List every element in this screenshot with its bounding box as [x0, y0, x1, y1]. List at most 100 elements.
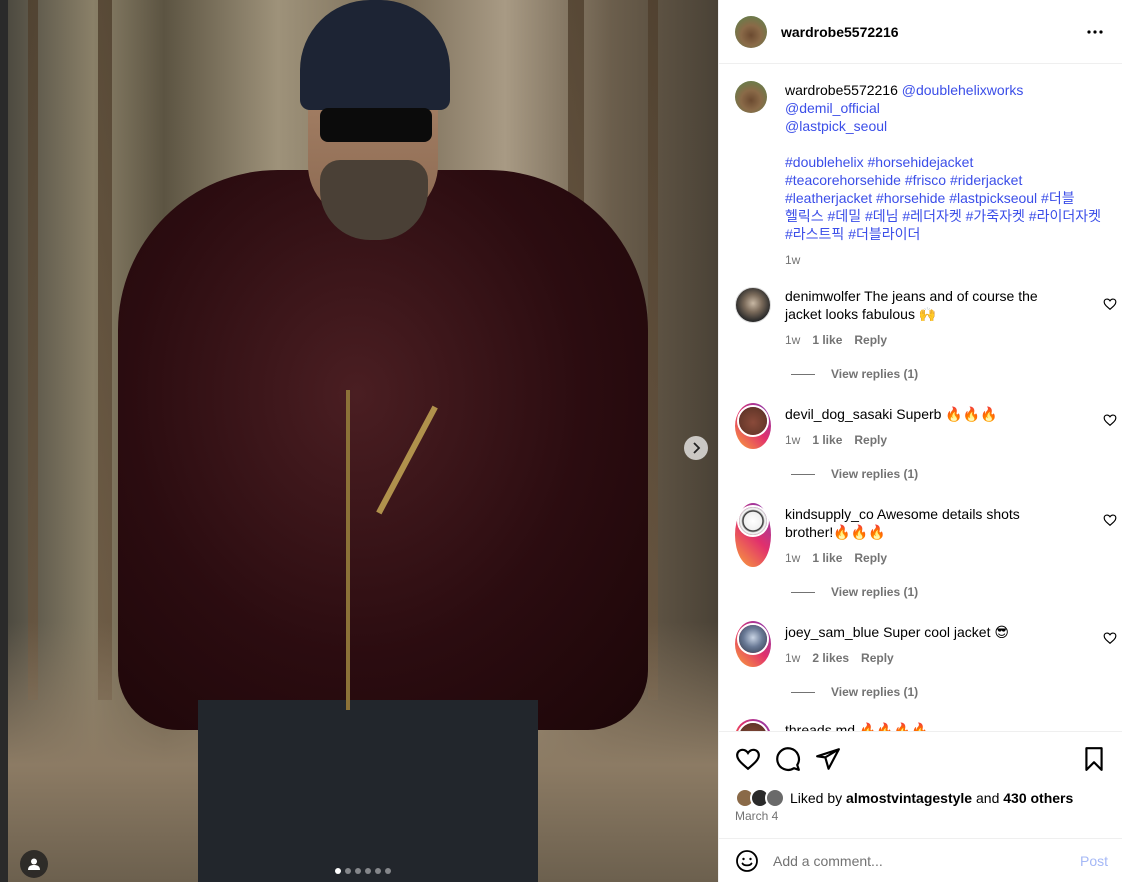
liked-by-prefix: Liked by [790, 790, 843, 806]
heart-icon[interactable] [1103, 297, 1117, 311]
post-modal: wardrobe5572216 wardrobe5572216 @doubleh… [0, 0, 1122, 882]
commenter-username[interactable]: devil_dog_sasaki [785, 406, 892, 422]
bookmark-icon[interactable] [1081, 746, 1107, 772]
caption-author-avatar[interactable] [735, 81, 767, 113]
comment-body: kindsupply_co Awesome details shots brot… [785, 503, 1075, 567]
comments-scroll-area[interactable]: wardrobe5572216 @doublehelixworks @demil… [719, 65, 1122, 731]
carousel-dot [335, 868, 341, 874]
commenter-username[interactable]: denimwolfer [785, 288, 860, 304]
comment-item: denimwolfer The jeans and of course the … [735, 287, 1117, 349]
comment-like-count[interactable]: 1 like [812, 549, 842, 567]
carousel-dot [355, 868, 361, 874]
commenter-username[interactable]: kindsupply_co [785, 506, 874, 522]
heart-icon[interactable] [735, 746, 761, 772]
author-username[interactable]: wardrobe5572216 [781, 24, 899, 40]
commenter-avatar[interactable] [735, 287, 771, 323]
liker-avatar [765, 788, 785, 808]
media-edge [0, 0, 8, 882]
comment-body: denimwolfer The jeans and of course the … [785, 287, 1075, 349]
view-replies-label: View replies (1) [831, 367, 919, 381]
comment-item: kindsupply_co Awesome details shots brot… [735, 503, 1117, 567]
share-icon[interactable] [815, 746, 841, 772]
mention-link[interactable]: @demil_official [785, 100, 880, 116]
comment-text: brother!🔥🔥🔥 [785, 524, 886, 540]
view-replies-button[interactable]: View replies (1) [791, 367, 918, 381]
heart-icon[interactable] [1103, 513, 1117, 527]
commenter-username[interactable]: joey_sam_blue [785, 624, 879, 640]
comment-icon[interactable] [775, 746, 801, 772]
carousel-indicator [335, 868, 391, 874]
comment-timestamp[interactable]: 1w [785, 431, 800, 449]
comment-text: Super cool jacket 😎 [883, 624, 1009, 640]
post-side-panel: wardrobe5572216 wardrobe5572216 @doubleh… [718, 0, 1122, 882]
hashtag-line[interactable]: #teacorehorsehide #frisco #riderjacket [785, 171, 1105, 189]
comment-body: joey_sam_blue Super cool jacket 😎 1w 2 l… [785, 621, 1075, 667]
reply-button[interactable]: Reply [854, 549, 887, 567]
comment-text: The jeans and of course the [864, 288, 1038, 304]
likes-summary: Liked by almostvintagestyle and 430 othe… [735, 788, 1073, 808]
post-date[interactable]: March 4 [735, 809, 778, 823]
post-caption: wardrobe5572216 @doublehelixworks @demil… [735, 81, 1111, 269]
commenter-username[interactable]: threads.md [785, 722, 855, 731]
mention-link[interactable]: @lastpick_seoul [785, 118, 887, 134]
comment-like-count[interactable]: 1 like [812, 431, 842, 449]
author-avatar[interactable] [735, 15, 767, 48]
post-media[interactable] [0, 0, 718, 882]
replies-divider [791, 591, 815, 593]
comment-text: 🔥🔥🔥🔥 [858, 722, 929, 731]
comment-body: devil_dog_sasaki Superb 🔥🔥🔥 1w 1 like Re… [785, 403, 1075, 449]
heart-icon[interactable] [1103, 413, 1117, 427]
post-photo[interactable] [8, 0, 718, 882]
user-tags-button[interactable] [20, 850, 48, 878]
hashtag-line[interactable]: #라스트픽 #더블라이더 [785, 225, 1105, 243]
caption-text: wardrobe5572216 @doublehelixworks @demil… [785, 81, 1105, 269]
commenter-avatar[interactable] [735, 403, 771, 449]
view-replies-label: View replies (1) [831, 467, 919, 481]
comment-item: joey_sam_blue Super cool jacket 😎 1w 2 l… [735, 621, 1117, 667]
hashtag-line[interactable]: #doublehelix #horsehidejacket [785, 153, 1105, 171]
more-icon [1087, 30, 1103, 34]
commenter-avatar[interactable] [735, 621, 771, 667]
reply-button[interactable]: Reply [854, 331, 887, 349]
post-header: wardrobe5572216 [719, 0, 1122, 64]
carousel-dot [345, 868, 351, 874]
emoji-icon[interactable] [735, 849, 759, 873]
liker-avatars[interactable] [735, 788, 785, 808]
comment-item: devil_dog_sasaki Superb 🔥🔥🔥 1w 1 like Re… [735, 403, 1117, 449]
caption-timestamp[interactable]: 1w [785, 251, 1105, 269]
hashtag-line[interactable]: #leatherjacket #horsehide #lastpickseoul… [785, 189, 1105, 207]
commenter-avatar[interactable] [735, 503, 771, 567]
more-options-button[interactable] [1085, 22, 1105, 42]
comment-item: threads.md 🔥🔥🔥🔥 [735, 719, 1115, 731]
next-slide-button[interactable] [684, 436, 708, 460]
comment-timestamp[interactable]: 1w [785, 549, 800, 567]
post-actions: Liked by almostvintagestyle and 430 othe… [719, 731, 1122, 882]
replies-divider [791, 473, 815, 475]
view-replies-button[interactable]: View replies (1) [791, 585, 918, 599]
action-bar [735, 746, 1107, 774]
likes-count-button[interactable]: 430 others [1003, 790, 1073, 806]
view-replies-button[interactable]: View replies (1) [791, 685, 918, 699]
comment-timestamp[interactable]: 1w [785, 331, 800, 349]
user-tag-icon [28, 858, 40, 870]
carousel-dot [385, 868, 391, 874]
comment-timestamp[interactable]: 1w [785, 649, 800, 667]
post-comment-button[interactable]: Post [1080, 853, 1108, 869]
hashtag-line[interactable]: 헬릭스 #데밀 #데님 #레더자켓 #가죽자켓 #라이더자켓 [785, 207, 1105, 225]
heart-icon[interactable] [1103, 631, 1117, 645]
replies-divider [791, 691, 815, 693]
commenter-avatar[interactable] [735, 719, 771, 731]
comment-input[interactable] [773, 853, 1053, 869]
caption-author[interactable]: wardrobe5572216 [785, 82, 898, 98]
reply-button[interactable]: Reply [861, 649, 894, 667]
comment-like-count[interactable]: 1 like [812, 331, 842, 349]
view-replies-label: View replies (1) [831, 685, 919, 699]
view-replies-label: View replies (1) [831, 585, 919, 599]
replies-divider [791, 373, 815, 375]
comment-like-count[interactable]: 2 likes [812, 649, 849, 667]
mention-link[interactable]: @doublehelixworks [902, 82, 1024, 98]
view-replies-button[interactable]: View replies (1) [791, 467, 918, 481]
reply-button[interactable]: Reply [854, 431, 887, 449]
carousel-dot [375, 868, 381, 874]
liked-by-user[interactable]: almostvintagestyle [846, 790, 972, 806]
